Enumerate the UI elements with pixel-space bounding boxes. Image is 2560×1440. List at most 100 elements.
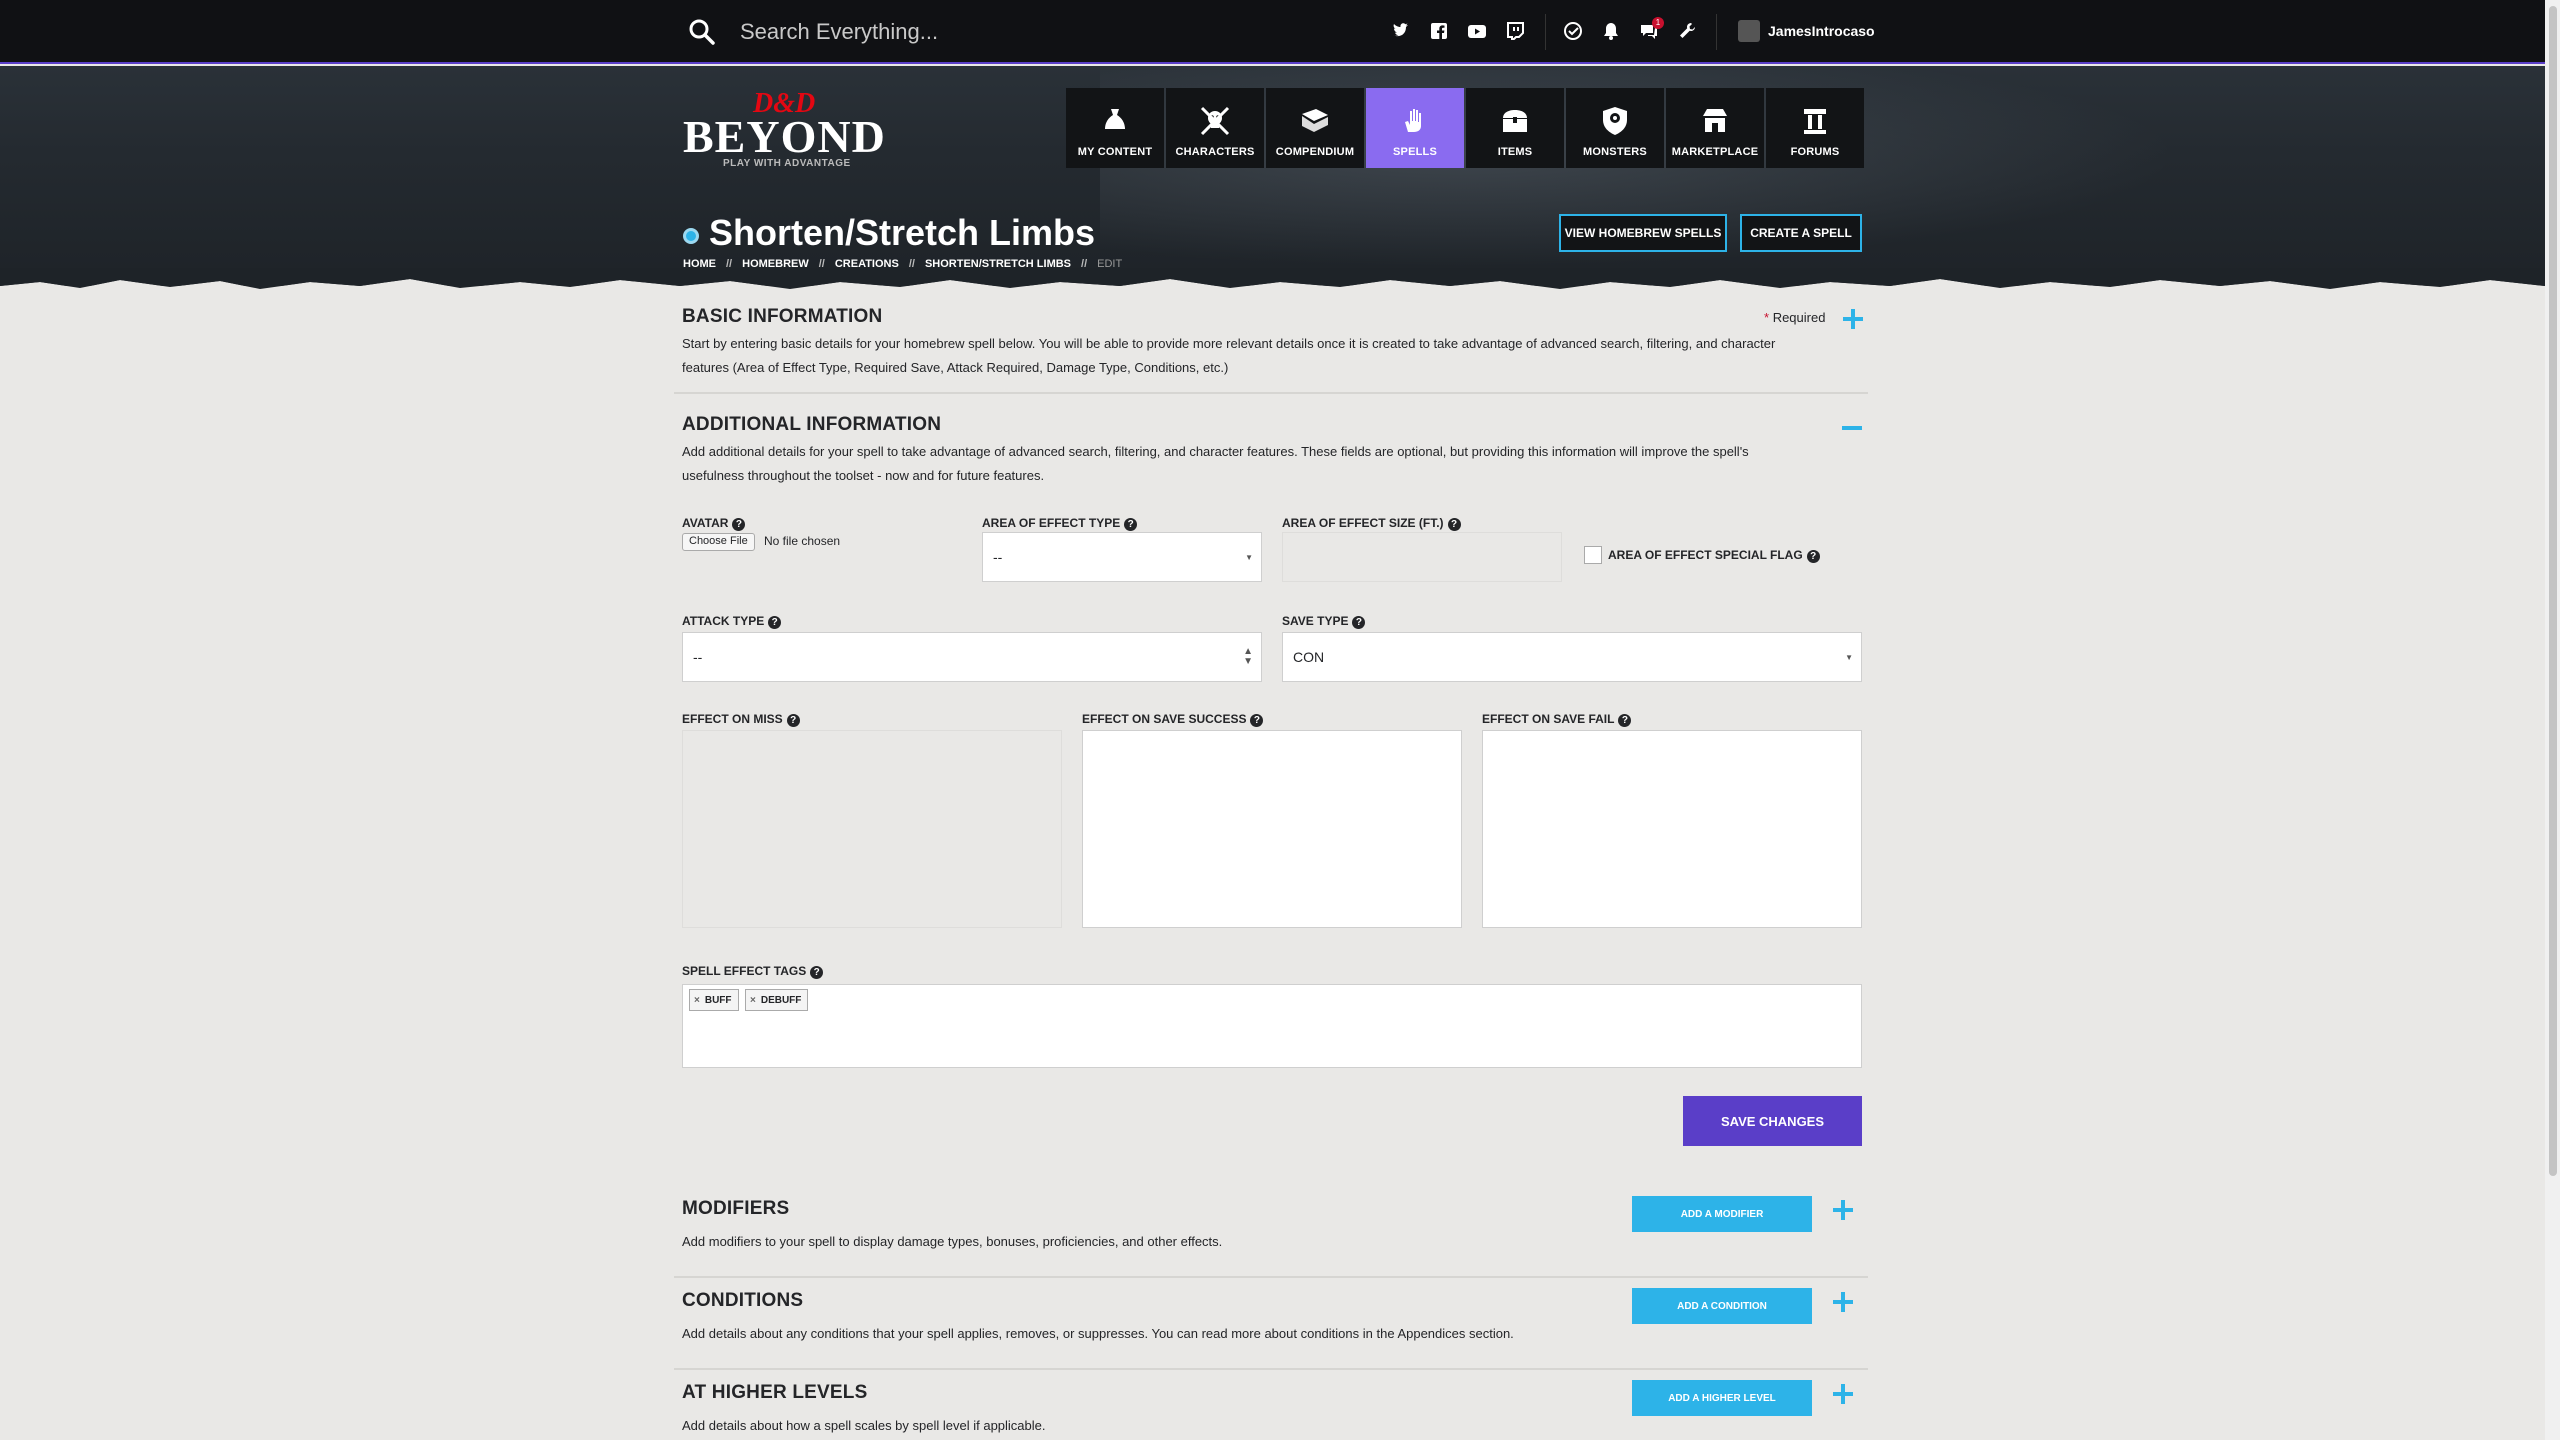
main-nav: MY CONTENT CHARACTERS COMPENDIUM SPELLS …: [1066, 88, 1864, 168]
nav-label: FORUMS: [1790, 146, 1840, 158]
twitch-icon[interactable]: [1504, 20, 1526, 42]
section-divider: [674, 1276, 1868, 1278]
help-icon[interactable]: ?: [1250, 714, 1264, 727]
label-text: EFFECT ON SAVE SUCCESS: [1082, 712, 1247, 726]
help-icon[interactable]: ?: [1447, 518, 1461, 531]
nav-label: CHARACTERS: [1175, 146, 1255, 158]
nav-label: MARKETPLACE: [1671, 146, 1759, 158]
breadcrumb-creations[interactable]: CREATIONS: [835, 258, 899, 270]
section-divider: [674, 1368, 1868, 1370]
nav-marketplace[interactable]: MARKETPLACE: [1666, 88, 1764, 168]
conditions-title: CONDITIONS: [682, 1290, 804, 1311]
desc-line: Add additional details for your spell to…: [682, 444, 1749, 459]
effect-on-save-success-textarea[interactable]: [1082, 730, 1462, 928]
divider: [1545, 14, 1546, 50]
conditions-description: Add details about any conditions that yo…: [682, 1326, 1514, 1341]
scrollbar-thumb[interactable]: [2549, 6, 2557, 1176]
select-value: --: [693, 649, 703, 665]
add-condition-button[interactable]: ADD A CONDITION: [1632, 1288, 1812, 1324]
add-plus-icon[interactable]: [1832, 1291, 1854, 1313]
search-icon[interactable]: [688, 18, 716, 46]
attack-type-label: ATTACK TYPE?: [682, 614, 782, 629]
nav-monsters[interactable]: MONSTERS: [1566, 88, 1664, 168]
spell-effect-tags-label: SPELL EFFECT TAGS?: [682, 964, 824, 979]
page-title: Shorten/Stretch Limbs: [709, 212, 1096, 253]
add-plus-icon[interactable]: [1832, 1383, 1854, 1405]
breadcrumb-current: EDIT: [1097, 258, 1123, 270]
hand-spell-icon: [1398, 104, 1432, 138]
label-text: EFFECT ON SAVE FAIL: [1482, 712, 1615, 726]
effect-on-miss-textarea[interactable]: [682, 730, 1062, 928]
choose-file-button[interactable]: Choose File: [682, 533, 755, 551]
add-plus-icon[interactable]: [1832, 1199, 1854, 1221]
breadcrumb-spell[interactable]: SHORTEN/STRETCH LIMBS: [925, 258, 1071, 270]
aoe-special-flag-label: AREA OF EFFECT SPECIAL FLAG?: [1608, 548, 1820, 563]
desc-line: Start by entering basic details for your…: [682, 336, 1776, 351]
dice-check-icon[interactable]: [1562, 20, 1584, 42]
label-text: SAVE TYPE: [1282, 614, 1349, 628]
save-changes-button[interactable]: SAVE CHANGES: [1683, 1096, 1862, 1146]
nav-compendium[interactable]: COMPENDIUM: [1266, 88, 1364, 168]
nav-spells[interactable]: SPELLS: [1366, 88, 1464, 168]
required-star: *: [1764, 310, 1770, 325]
help-icon[interactable]: ?: [1618, 714, 1632, 727]
homebrew-status-icon: [683, 228, 699, 244]
help-icon[interactable]: ?: [1806, 550, 1820, 563]
help-icon[interactable]: ?: [768, 616, 782, 629]
breadcrumb-separator: //: [726, 258, 733, 270]
create-a-spell-button[interactable]: CREATE A SPELL: [1740, 214, 1862, 252]
help-icon[interactable]: ?: [1352, 616, 1366, 629]
spell-effect-tags-input[interactable]: × BUFF × DEBUFF: [682, 984, 1862, 1068]
additional-information-description: Add additional details for your spell to…: [682, 440, 1862, 488]
breadcrumb-separator: //: [1081, 258, 1088, 270]
help-icon[interactable]: ?: [786, 714, 800, 727]
collapse-minus-icon[interactable]: [1842, 426, 1862, 430]
label-text: SPELL EFFECT TAGS: [682, 964, 807, 978]
bell-icon[interactable]: [1600, 20, 1622, 42]
help-icon[interactable]: ?: [732, 518, 746, 531]
expand-plus-icon[interactable]: [1842, 308, 1864, 330]
file-status: No file chosen: [764, 534, 841, 548]
aoe-size-input[interactable]: [1282, 532, 1562, 582]
aoe-special-flag-checkbox[interactable]: [1584, 546, 1602, 564]
label-text: AREA OF EFFECT TYPE: [982, 516, 1121, 530]
avatar[interactable]: [1738, 20, 1760, 42]
nav-label: SPELLS: [1393, 146, 1437, 158]
username[interactable]: JamesIntrocaso: [1768, 23, 1875, 39]
facebook-icon[interactable]: [1428, 20, 1450, 42]
add-higher-level-button[interactable]: ADD A HIGHER LEVEL: [1632, 1380, 1812, 1416]
label-text: ATTACK TYPE: [682, 614, 765, 628]
nav-items[interactable]: ITEMS: [1466, 88, 1564, 168]
nav-characters[interactable]: CHARACTERS: [1166, 88, 1264, 168]
section-divider: [674, 392, 1868, 394]
wrench-icon[interactable]: [1676, 20, 1698, 42]
youtube-icon[interactable]: [1466, 20, 1488, 42]
remove-tag-icon[interactable]: ×: [694, 995, 700, 1006]
add-modifier-button[interactable]: ADD A MODIFIER: [1632, 1196, 1812, 1232]
modifiers-title: MODIFIERS: [682, 1198, 790, 1219]
chest-icon: [1498, 104, 1532, 138]
nav-forums[interactable]: FORUMS: [1766, 88, 1864, 168]
twitter-icon[interactable]: [1390, 20, 1412, 42]
nav-my-content[interactable]: MY CONTENT: [1066, 88, 1164, 168]
attack-type-select[interactable]: -- ▲ ▼: [682, 632, 1262, 682]
help-icon[interactable]: ?: [810, 966, 824, 979]
monster-shield-icon: [1598, 104, 1632, 138]
logo-tagline: PLAY WITH ADVANTAGE: [723, 158, 851, 169]
required-label: Required: [1772, 310, 1826, 325]
label-text: AREA OF EFFECT SPECIAL FLAG: [1608, 548, 1803, 562]
search-input[interactable]: [740, 14, 1260, 50]
updown-arrow-icon: ▲ ▼: [1243, 646, 1253, 667]
store-icon: [1698, 104, 1732, 138]
breadcrumb-home[interactable]: HOME: [683, 258, 716, 270]
breadcrumb-homebrew[interactable]: HOMEBREW: [742, 258, 809, 270]
remove-tag-icon[interactable]: ×: [750, 995, 756, 1006]
help-icon[interactable]: ?: [1124, 518, 1138, 531]
at-higher-levels-description: Add details about how a spell scales by …: [682, 1418, 1046, 1433]
view-homebrew-spells-button[interactable]: VIEW HOMEBREW SPELLS: [1559, 214, 1727, 252]
book-icon: [1298, 104, 1332, 138]
effect-on-save-fail-textarea[interactable]: [1482, 730, 1862, 928]
tag-label: DEBUFF: [760, 994, 802, 1006]
save-type-select[interactable]: CON ▼: [1282, 632, 1862, 682]
aoe-type-select[interactable]: -- ▼: [982, 532, 1262, 582]
